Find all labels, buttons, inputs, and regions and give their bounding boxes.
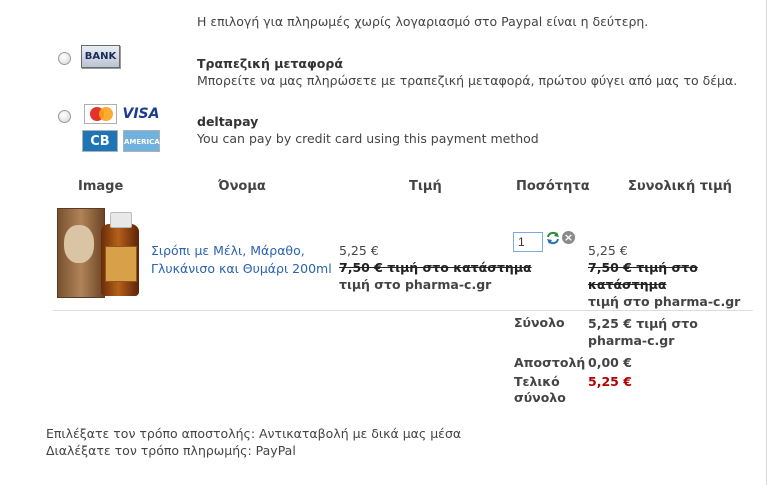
deltapay-description: You can pay by credit card using this pa… [197,131,539,146]
bank-transfer-title: Τραπεζική μεταφορά [197,56,343,71]
product-image[interactable] [57,208,142,298]
cb-card-icon: CB [82,130,118,152]
product-name-link[interactable]: Σιρόπι με Μέλι, Μάραθο, Γλυκάνισο και Θυ… [151,242,332,278]
payment-choice-text: Διαλέξατε τον τρόπο πληρωμής: PayPal [46,443,296,458]
bank-transfer-radio[interactable] [58,52,71,65]
row-total-old-price: 7,50 € τιμή στο κατάστημα [588,260,698,292]
header-name: Όνομα [218,179,266,194]
unit-price-cell: 5,25 € 7,50 € τιμή στο κατάστημα τιμή στ… [339,242,532,293]
header-price: Τιμή [409,179,442,194]
header-image: Image [78,179,124,194]
row-total-price: 5,25 € [588,243,628,258]
quantity-input[interactable] [513,232,543,252]
unit-old-price: 7,50 € τιμή στο κατάστημα [339,260,532,275]
shipping-choice-text: Επιλέξατε τον τρόπο αποστολής: Αντικαταβ… [46,426,462,441]
header-quantity: Ποσότητα [516,179,590,194]
paypal-note: Η επιλογή για πληρωμές χωρίς λογαριασμό … [197,14,649,29]
shipping-label: Αποστολή [514,355,586,370]
subtotal-value-line2: pharma-c.gr [588,333,675,348]
product-name-line2: Γλυκάνισο και Θυμάρι 200ml [151,261,332,276]
grand-total-label-line2: σύνολο [514,390,566,405]
grand-total-label-line1: Τελικό [514,374,560,389]
product-name-line1: Σιρόπι με Μέλι, Μάραθο, [151,243,305,258]
total-price-cell: 5,25 € 7,50 € τιμή στο κατάστημα τιμή στ… [588,242,772,310]
shipping-value: 0,00 € [588,355,632,370]
grand-total-value: 5,25 € [588,374,632,389]
bank-transfer-description: Μπορείτε να μας πληρώσετε με τραπεζική μ… [197,73,738,88]
subtotal-value-line1: 5,25 € τιμή στο [588,316,698,331]
amex-icon: AMERICAN EXPRESS [123,130,166,168]
grand-total-label: Τελικό σύνολο [514,374,566,406]
unit-price-note: τιμή στο pharma-c.gr [339,277,492,292]
header-total-price: Συνολική τιμή [628,179,732,194]
subtotal-label: Σύνολο [514,315,565,330]
deltapay-title: deltapay [197,114,259,129]
unit-price: 5,25 € [339,243,379,258]
refresh-icon[interactable] [546,231,560,245]
visa-icon: VISA [122,104,160,124]
mastercard-icon [84,104,117,124]
bank-icon: BANK [81,45,120,68]
delete-icon[interactable]: × [562,231,575,244]
table-divider [53,310,753,311]
deltapay-radio[interactable] [58,110,71,123]
row-total-note: τιμή στο pharma-c.gr [588,294,741,309]
subtotal-value: 5,25 € τιμή στο pharma-c.gr [588,315,698,349]
